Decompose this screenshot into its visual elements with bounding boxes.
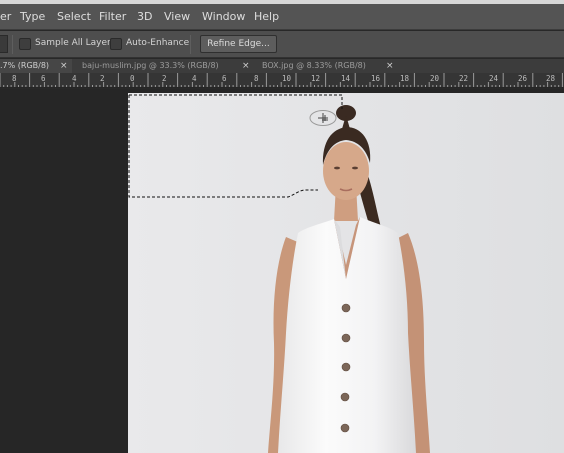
options-divider [190, 35, 191, 54]
menu-item-help[interactable]: Help [254, 10, 279, 23]
ruler-label: 16 [371, 74, 381, 83]
ruler-label: 8 [12, 74, 17, 83]
ruler-label: 2 [162, 74, 167, 83]
ruler-label: 20 [430, 74, 440, 83]
sample-all-layers-checkbox[interactable] [19, 38, 31, 50]
tab-box[interactable]: BOX.jpg @ 8.33% (RGB/8) [262, 59, 366, 73]
ruler-label: 24 [489, 74, 499, 83]
model-photo [128, 93, 564, 453]
tab-baju-muslim[interactable]: baju-muslim.jpg @ 33.3% (RGB/8) [82, 59, 219, 73]
ruler-label: 26 [518, 74, 528, 83]
ruler-label: 6 [222, 74, 227, 83]
horizontal-ruler: 8 6 4 2 0 2 4 6 8 10 12 14 16 18 20 22 2… [0, 73, 564, 88]
document-canvas[interactable] [128, 93, 564, 453]
tool-options-bar: Sample All Layers Auto-Enhance Refine Ed… [0, 31, 564, 58]
tab-label: BOX.jpg @ 8.33% (RGB/8) [262, 61, 366, 70]
document-tab-bar: .7% (RGB/8) × baju-muslim.jpg @ 33.3% (R… [0, 59, 564, 73]
ruler-label: 28 [546, 74, 556, 83]
menu-item-window[interactable]: Window [202, 10, 245, 23]
ruler-label: 2 [100, 74, 105, 83]
quick-selection-brush-cursor-icon [309, 110, 337, 126]
menu-item-filter[interactable]: Filter [99, 10, 126, 23]
refine-edge-button[interactable]: Refine Edge... [200, 35, 277, 53]
window-top-edge [0, 0, 564, 4]
ruler-label: 8 [254, 74, 259, 83]
close-icon[interactable]: × [60, 59, 68, 73]
menu-item-select[interactable]: Select [57, 10, 91, 23]
tab-label: .7% (RGB/8) [0, 61, 50, 70]
auto-enhance-label: Auto-Enhance [126, 38, 190, 48]
ruler-label: 4 [72, 74, 77, 83]
brush-size-dropdown[interactable] [0, 35, 8, 53]
ruler-label: 18 [400, 74, 410, 83]
close-icon[interactable]: × [386, 59, 394, 73]
ruler-label: 4 [192, 74, 197, 83]
ruler-label: 12 [311, 74, 321, 83]
tab-label: baju-muslim.jpg @ 33.3% (RGB/8) [82, 61, 219, 70]
ruler-label: 14 [341, 74, 351, 83]
ruler-label: 6 [41, 74, 46, 83]
close-icon[interactable]: × [242, 59, 250, 73]
menu-item-type[interactable]: Type [20, 10, 45, 23]
ruler-label: 0 [130, 74, 135, 83]
auto-enhance-checkbox[interactable] [110, 38, 122, 50]
menu-bar: er Type Select Filter 3D View Window Hel… [0, 0, 564, 30]
ruler-label: 10 [282, 74, 292, 83]
sample-all-layers-label: Sample All Layers [35, 38, 116, 48]
menu-item-view[interactable]: View [164, 10, 190, 23]
menu-item-layer[interactable]: er [0, 10, 11, 23]
options-divider [12, 35, 13, 54]
left-eye [334, 166, 340, 170]
right-eye [352, 166, 358, 170]
menu-item-3d[interactable]: 3D [137, 10, 152, 23]
ruler-label: 22 [459, 74, 469, 83]
